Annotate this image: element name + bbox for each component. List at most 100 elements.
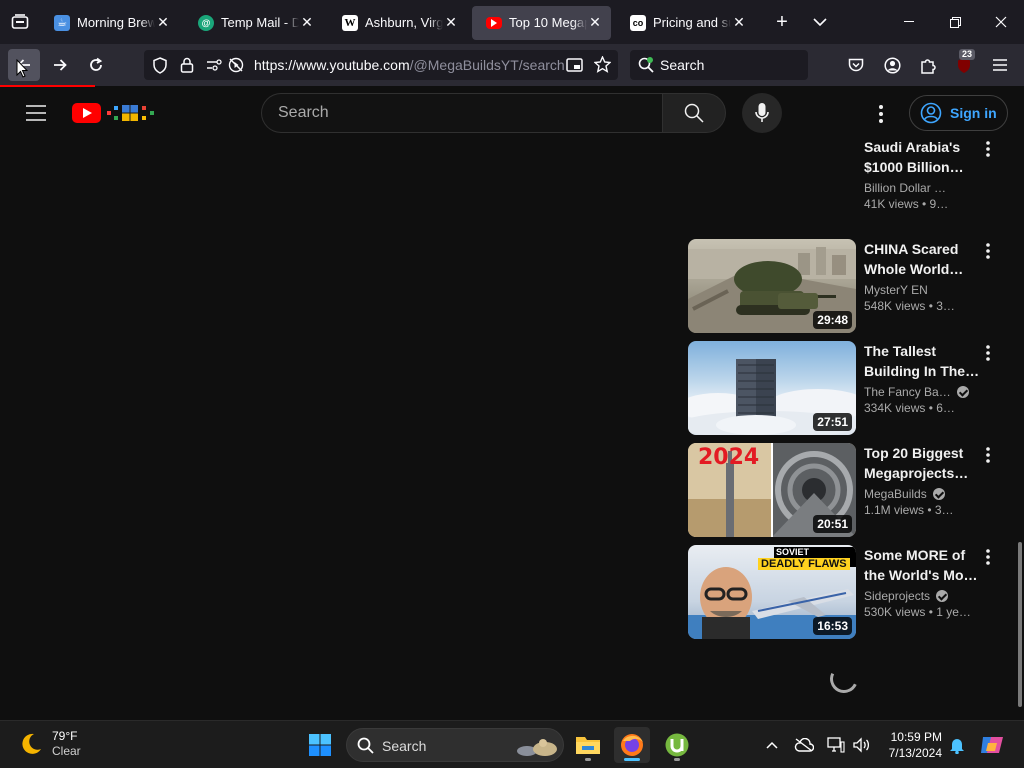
youtube-search-button[interactable] [662,93,726,133]
account-button[interactable] [876,49,908,81]
settings-menu-button[interactable] [866,99,896,129]
url-path: /@MegaBuildsYT/search [409,57,564,73]
reload-button[interactable] [80,49,112,81]
taskbar-clock[interactable]: 10:59 PM 7/13/2024 [880,729,942,761]
video-title[interactable]: Top 20 Biggest Megaprojects 2024 [864,443,980,483]
tab-title: Ashburn, Virginia [365,15,443,30]
extensions-button[interactable] [912,49,944,81]
video-action-menu[interactable] [978,239,998,263]
lock-icon [180,57,194,73]
close-tab-icon[interactable]: ✕ [731,14,747,31]
start-button[interactable] [302,727,338,763]
ublock-button[interactable]: 23 [948,49,980,81]
page-scrollbar[interactable] [1018,542,1022,707]
video-channel[interactable]: MysterY EN [864,283,980,297]
close-tab-icon[interactable]: ✕ [155,14,171,31]
channel-name[interactable]: Billion Dollar Builds [864,181,952,195]
sign-in-button[interactable]: Sign in [909,95,1008,131]
tab-ashburn[interactable]: W Ashburn, Virginia ✕ [328,6,467,40]
youtube-logo[interactable] [72,102,162,124]
tab-strip: ☕ Morning Brew ✕ @ Temp Mail - Disposabl… [0,0,1024,44]
video-meta: 548K views • 3… [864,299,955,313]
video-action-menu[interactable] [978,545,998,569]
app-menu-button[interactable] [984,49,1016,81]
firefox-taskbar-button[interactable] [614,727,650,763]
tab-morning-brew[interactable]: ☕ Morning Brew ✕ [40,6,179,40]
close-window-button[interactable] [978,0,1024,44]
notifications-button[interactable] [944,727,970,763]
channel-name[interactable]: MysterY EN [864,283,928,297]
network-button[interactable] [822,727,850,763]
pocket-button[interactable] [840,49,872,81]
chevron-up-icon [766,741,778,749]
close-tab-icon[interactable]: ✕ [587,14,603,31]
weather-widget[interactable]: 79°F Clear [18,729,81,759]
video-title[interactable]: Some MORE of the World's Most Dangerous … [864,545,980,585]
bookmark-star-icon[interactable] [594,56,611,73]
firefox-view-button[interactable] [0,0,40,44]
video-title[interactable]: The Tallest Building In The World [864,341,980,381]
restore-button[interactable] [932,0,978,44]
utorrent-button[interactable] [659,727,695,763]
video-title[interactable]: Saudi Arabia's $1000 Billion Megaproject [864,137,980,177]
morning-brew-icon: ☕ [54,14,70,31]
video-duration: 29:48 [813,311,852,329]
video-action-menu[interactable] [978,341,998,365]
permissions-icon [207,59,222,71]
new-tab-button[interactable]: + [765,5,799,39]
shield-icon [153,57,167,74]
utorrent-icon [665,733,689,757]
video-item[interactable]: SOVIET AIRLINER'S DEADLY FLAWS 16:53 Som… [688,545,1008,639]
video-meta: 1.1M views • 3… [864,503,954,517]
video-channel[interactable]: MegaBuilds [864,487,980,501]
volume-button[interactable] [848,727,874,763]
voice-search-button[interactable] [742,93,782,133]
mouse-cursor-icon [16,59,28,78]
youtube-masthead: Search Sign in [0,87,1024,139]
account-icon [883,56,901,74]
close-tab-icon[interactable]: ✕ [443,14,459,31]
copilot-icon [981,737,1003,753]
file-explorer-button[interactable] [570,727,606,763]
video-thumbnail[interactable]: 29:48 [688,239,856,333]
list-all-tabs-button[interactable] [803,5,837,39]
onedrive-button[interactable] [790,727,818,763]
show-hidden-icons-button[interactable] [758,727,786,763]
picture-in-picture-icon[interactable] [566,57,583,73]
video-channel[interactable]: The Fancy Ba… [864,385,980,399]
running-indicator [674,758,680,761]
guide-menu-button[interactable] [22,101,50,125]
wikipedia-icon: W [342,14,358,31]
tab-pricing[interactable]: co Pricing and subscriptions ✕ [616,6,755,40]
minimize-button[interactable] [886,0,932,44]
close-tab-icon[interactable]: ✕ [299,14,315,31]
tab-temp-mail[interactable]: @ Temp Mail - Disposable ✕ [184,6,323,40]
video-channel[interactable]: Sideprojects [864,589,980,603]
video-thumbnail[interactable]: 2024 20:51 [688,443,856,537]
video-thumbnail[interactable]: SOVIET AIRLINER'S DEADLY FLAWS 16:53 [688,545,856,639]
temp-mail-icon: @ [198,14,214,31]
video-thumbnail[interactable]: 27:51 [688,341,856,435]
video-duration: 27:51 [813,413,852,431]
forward-button[interactable] [44,49,76,81]
video-item[interactable]: 29:48 CHINA Scared Whole World With New … [688,239,1008,333]
copilot-button[interactable] [976,727,1008,763]
video-item[interactable]: Saudi Arabia's $1000 Billion Megaproject… [688,137,1008,231]
video-title[interactable]: CHINA Scared Whole World With New Tank [864,239,980,279]
channel-name[interactable]: MegaBuilds [864,487,927,501]
video-channel[interactable]: Billion Dollar Builds [864,181,980,195]
puzzle-icon [920,58,936,74]
video-item[interactable]: 27:51 The Tallest Building In The World … [688,341,1008,435]
url-host: https://www.youtube.com [254,57,410,73]
tab-youtube[interactable]: Top 10 Megaprojects ✕ [472,5,611,40]
video-action-menu[interactable] [978,137,998,161]
channel-name[interactable]: The Fancy Ba… [864,385,951,399]
co-icon: co [630,14,646,31]
address-bar[interactable]: https://www.youtube.com/@MegaBuildsYT/se… [144,50,618,80]
video-item[interactable]: 2024 20:51 Top 20 Biggest Megaprojects 2… [688,443,1008,537]
channel-name[interactable]: Sideprojects [864,589,930,603]
youtube-search-box[interactable]: Search [261,93,663,133]
video-action-menu[interactable] [978,443,998,467]
browser-search-bar[interactable]: Search [630,50,808,80]
taskbar-search[interactable]: Search [346,728,564,762]
